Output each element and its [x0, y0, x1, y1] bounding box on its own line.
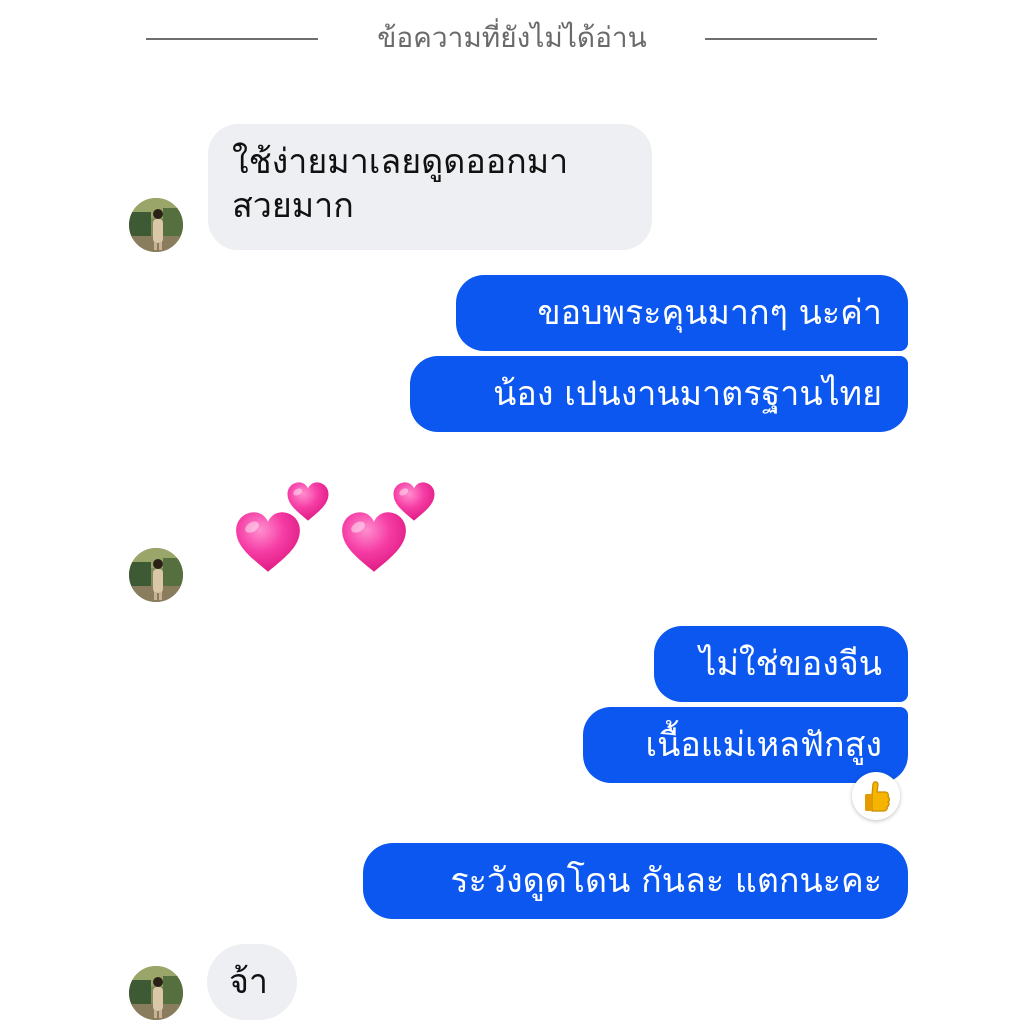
sender-avatar[interactable] — [129, 548, 183, 602]
outgoing-message-bubble[interactable]: ขอบพระคุนมากๆ นะค่า — [456, 275, 908, 351]
unread-divider-label: ข้อความที่ยังไม่ได้อ่าน — [377, 21, 647, 54]
divider-line-right — [705, 38, 877, 40]
two-pink-hearts-emoji[interactable] — [230, 478, 440, 582]
outgoing-message-bubble[interactable]: ระวังดูดโดน กันละ แตกนะคะ — [363, 843, 908, 919]
message-text: ระวังดูดโดน กันละ แตกนะคะ — [450, 861, 882, 901]
message-text: ไม่ใช่ของจีน — [699, 644, 882, 684]
thumbs-up-reaction[interactable] — [852, 772, 900, 820]
thumbs-up-icon — [865, 781, 891, 812]
sender-avatar[interactable] — [129, 966, 183, 1020]
message-text: เนื้อแม่เหลฟักสูง — [645, 725, 883, 765]
message-text-line: ใช้ง่ายมาเลยดูดออกมา — [232, 142, 569, 182]
message-text: น้อง เปนงานมาตรฐานไทย — [493, 374, 882, 414]
message-text-line: สวยมาก — [232, 186, 354, 226]
incoming-message-bubble[interactable]: จ้า — [207, 944, 297, 1020]
outgoing-message-bubble[interactable]: ไม่ใช่ของจีน — [654, 626, 908, 702]
divider-line-left — [146, 38, 318, 40]
message-text: ขอบพระคุนมากๆ นะค่า — [537, 293, 882, 333]
sender-avatar[interactable] — [129, 198, 183, 252]
outgoing-message-bubble[interactable]: น้อง เปนงานมาตรฐานไทย — [410, 356, 908, 432]
message-text: จ้า — [229, 962, 269, 1002]
incoming-message-bubble[interactable]: ใช้ง่ายมาเลยดูดออกมา สวยมาก — [208, 124, 652, 250]
